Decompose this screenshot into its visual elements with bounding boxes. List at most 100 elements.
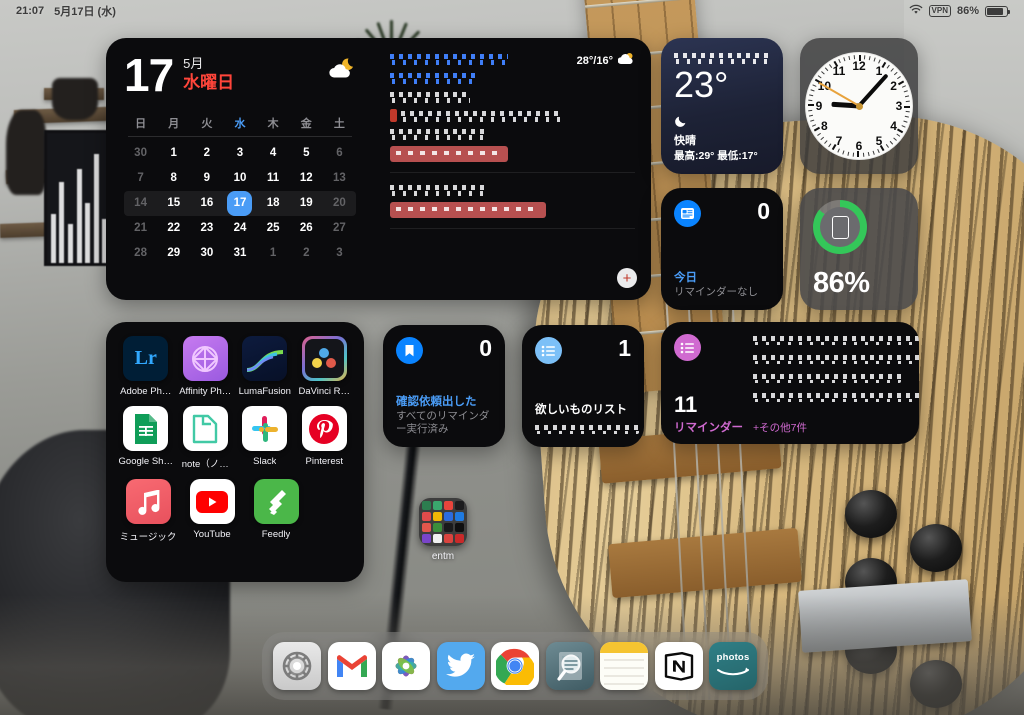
slack-icon[interactable] xyxy=(242,406,288,451)
calendar-day[interactable]: 7 xyxy=(124,166,157,191)
lumafusion-icon[interactable] xyxy=(242,336,288,381)
app-google-sheets[interactable]: Google Sh… xyxy=(117,406,175,470)
calendar-day[interactable]: 9 xyxy=(190,166,223,191)
app-lightroom[interactable]: Lr Adobe Ph… xyxy=(117,336,175,397)
agenda-list[interactable] xyxy=(390,52,635,230)
youtube-icon[interactable] xyxy=(189,479,235,524)
agenda-item[interactable] xyxy=(390,202,635,219)
bookmark-icon xyxy=(396,337,423,364)
dock-app-photos[interactable] xyxy=(382,642,430,690)
calendar-day[interactable]: 4 xyxy=(257,141,290,166)
apple-music-icon[interactable] xyxy=(125,479,171,524)
calendar-separator xyxy=(128,135,352,137)
app-youtube[interactable]: YouTube xyxy=(181,479,243,543)
calendar-add-event-button[interactable]: + xyxy=(617,268,637,288)
calendar-day[interactable]: 2 xyxy=(290,241,323,266)
calendar-day[interactable]: 12 xyxy=(290,166,323,191)
agenda-item[interactable] xyxy=(390,108,635,124)
dock-app-twitter[interactable] xyxy=(436,642,485,690)
calendar-day[interactable]: 24 xyxy=(223,216,256,241)
calendar-day[interactable]: 18 xyxy=(257,191,290,216)
calendar-day[interactable]: 31 xyxy=(223,241,256,266)
calendar-day[interactable]: 8 xyxy=(157,166,190,191)
assigned-reminders-widget[interactable]: 0 確認依頼出した すべてのリマインダー実行済み xyxy=(383,325,505,447)
agenda-item[interactable] xyxy=(390,183,635,198)
dock-app-settings[interactable] xyxy=(273,642,321,690)
battery-ring xyxy=(813,200,867,254)
folder-mini-icon xyxy=(422,522,432,533)
reminder-task-redacted[interactable] xyxy=(753,353,919,364)
dock-app-notes[interactable] xyxy=(600,642,648,690)
calendar-day[interactable]: 6 xyxy=(323,141,356,166)
calendar-day[interactable]: 20 xyxy=(323,191,356,216)
app-davinci-resolve[interactable]: DaVinci R… xyxy=(296,336,354,397)
app-feedly[interactable]: Feedly xyxy=(245,479,307,543)
google-sheets-icon[interactable] xyxy=(123,406,169,451)
clock-number: 2 xyxy=(890,79,897,93)
agenda-item[interactable] xyxy=(390,70,635,86)
weather-widget[interactable]: 23° 快晴 最高:29° 最低:17° xyxy=(661,38,783,174)
calendar-day[interactable]: 14 xyxy=(124,191,157,216)
clock-tick xyxy=(842,150,845,155)
app-slack[interactable]: Slack xyxy=(236,406,294,470)
calendar-day[interactable]: 23 xyxy=(190,216,223,241)
app-apple-music[interactable]: ミュージック xyxy=(117,479,179,543)
agenda-item[interactable] xyxy=(390,146,635,163)
app-folder-entm[interactable]: entm xyxy=(412,498,474,562)
calendar-day[interactable]: 30 xyxy=(190,241,223,266)
note-icon[interactable] xyxy=(182,406,228,451)
calendar-day[interactable]: 25 xyxy=(257,216,290,241)
calendar-day[interactable]: 16 xyxy=(190,191,223,216)
agenda-temp-range: 28°/16° xyxy=(576,54,613,67)
calendar-day[interactable]: 30 xyxy=(124,141,157,166)
calendar-day-selected[interactable]: 17 xyxy=(223,190,256,216)
calendar-day[interactable]: 22 xyxy=(157,216,190,241)
wall-figurine xyxy=(6,110,46,195)
app-affinity-photo[interactable]: Affinity Ph… xyxy=(177,336,235,397)
agenda-item[interactable] xyxy=(390,89,635,105)
pinterest-icon[interactable] xyxy=(301,406,347,451)
reminders-widget[interactable]: 11 リマインダー +その他7件 xyxy=(661,322,919,444)
dock-app-amazon-photos[interactable]: photos xyxy=(709,642,757,690)
calendar-day[interactable]: 5 xyxy=(290,141,323,166)
calendar-day[interactable]: 11 xyxy=(257,166,290,191)
today-reminders-widget[interactable]: 0 今日 リマインダーなし xyxy=(661,188,783,310)
app-lumafusion[interactable]: LumaFusion xyxy=(236,336,294,397)
calendar-day[interactable]: 21 xyxy=(124,216,157,241)
calendar-day[interactable]: 1 xyxy=(157,141,190,166)
app-folder-icon[interactable] xyxy=(419,498,467,546)
dock-app-magnifier-doc[interactable] xyxy=(545,642,594,690)
calendar-day[interactable]: 26 xyxy=(290,216,323,241)
battery-widget[interactable]: 86% xyxy=(800,188,918,310)
app-pinterest[interactable]: Pinterest xyxy=(296,406,354,470)
feedly-icon[interactable] xyxy=(253,479,299,524)
calendar-widget[interactable]: 17 5月 水曜日 日月火水木金土 30 1 2 3 4 5 6 7 8 9 10 11 12 13 14 1… xyxy=(106,38,651,300)
affinity-photo-icon[interactable] xyxy=(182,336,228,381)
app-note[interactable]: note（ノ… xyxy=(177,406,235,470)
lightroom-icon[interactable]: Lr xyxy=(123,336,169,381)
reminder-task-redacted[interactable] xyxy=(753,372,901,383)
calendar-day[interactable]: 27 xyxy=(323,216,356,241)
reminders-task-list[interactable] xyxy=(753,334,919,410)
calendar-day[interactable]: 19 xyxy=(290,191,323,216)
cloud-moon-icon xyxy=(324,56,358,87)
dock-app-chrome[interactable] xyxy=(491,642,539,690)
calendar-week-row: 21 22 23 24 25 26 27 xyxy=(124,216,356,241)
wishlist-widget[interactable]: 1 欲しいものリスト xyxy=(522,325,644,447)
reminder-task-redacted[interactable] xyxy=(753,334,919,345)
reminder-task-redacted[interactable] xyxy=(753,391,919,402)
dock-app-notion[interactable] xyxy=(654,642,703,690)
calendar-day[interactable]: 28 xyxy=(124,241,157,266)
calendar-day[interactable]: 3 xyxy=(223,141,256,166)
davinci-resolve-icon[interactable] xyxy=(301,336,347,381)
calendar-day[interactable]: 10 xyxy=(223,166,256,191)
calendar-day[interactable]: 1 xyxy=(257,241,290,266)
clock-widget[interactable]: 121234567891011 xyxy=(800,38,918,174)
calendar-day[interactable]: 2 xyxy=(190,141,223,166)
calendar-day[interactable]: 15 xyxy=(157,191,190,216)
agenda-item[interactable] xyxy=(390,127,635,142)
dock-app-gmail[interactable] xyxy=(327,642,376,690)
calendar-day[interactable]: 3 xyxy=(323,241,356,266)
calendar-day[interactable]: 29 xyxy=(157,241,190,266)
calendar-day[interactable]: 13 xyxy=(323,166,356,191)
